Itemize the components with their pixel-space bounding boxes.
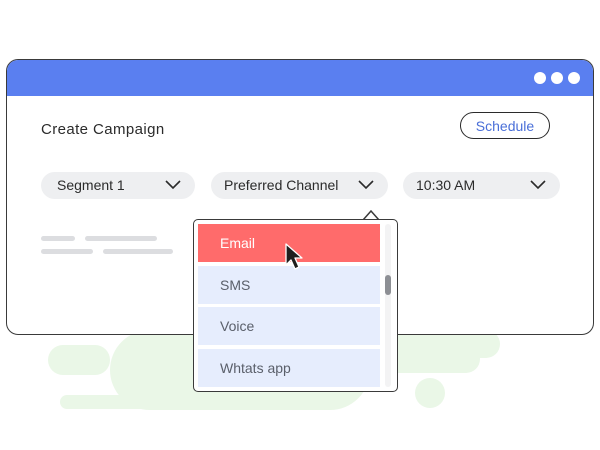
window-control-dot-icon[interactable] (568, 72, 580, 84)
dropdown-option-label: Whtats app (220, 360, 291, 376)
time-select-value: 10:30 AM (416, 177, 476, 193)
segment-select-value: Segment 1 (57, 177, 125, 193)
background-decoration (415, 378, 445, 408)
dropdown-option-label: Email (220, 235, 256, 251)
schedule-button[interactable]: Schedule (460, 112, 550, 139)
window-titlebar (7, 60, 593, 96)
chevron-down-icon (165, 180, 181, 190)
dropdown-option-voice[interactable]: Voice (198, 307, 380, 345)
window-control-dot-icon[interactable] (551, 72, 563, 84)
chevron-down-icon (358, 180, 374, 190)
dropdown-scrollbar-track[interactable] (385, 224, 391, 387)
dropdown-option-sms[interactable]: SMS (198, 266, 380, 304)
page-title: Create Campaign (41, 121, 165, 138)
placeholder-line (103, 249, 173, 254)
background-decoration (60, 395, 200, 409)
dropdown-option-label: Voice (220, 318, 255, 334)
placeholder-line (85, 236, 157, 241)
mouse-pointer-icon (285, 243, 303, 270)
chevron-down-icon (530, 180, 546, 190)
dropdown-option-whatsapp[interactable]: Whtats app (198, 349, 380, 387)
dropdown-option-label: SMS (220, 277, 251, 293)
dropdown-scrollbar-thumb[interactable] (385, 275, 391, 295)
channel-select[interactable]: Preferred Channel (211, 172, 388, 199)
channel-select-value: Preferred Channel (224, 177, 339, 193)
placeholder-line (41, 236, 75, 241)
placeholder-line (41, 249, 93, 254)
background-decoration (48, 345, 110, 375)
time-select[interactable]: 10:30 AM (403, 172, 560, 199)
segment-select[interactable]: Segment 1 (41, 172, 195, 199)
window-control-dot-icon[interactable] (534, 72, 546, 84)
